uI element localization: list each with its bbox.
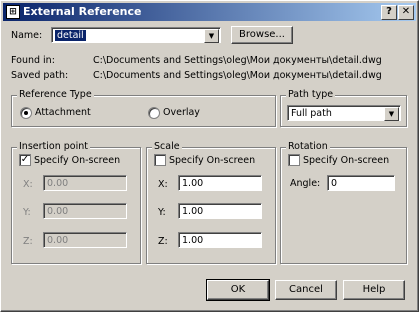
insertion-z-input[interactable]: 0.00 — [43, 232, 127, 248]
scale-z-input[interactable]: 1.00 — [178, 232, 262, 248]
rotation-specify-checkbox[interactable] — [288, 154, 300, 166]
name-label: Name: — [11, 30, 43, 41]
scale-title: Scale — [152, 141, 182, 152]
close-icon[interactable]: ✕ — [398, 5, 414, 20]
name-combo[interactable]: detail ▼ — [51, 27, 221, 43]
insertion-x-label: X: — [23, 179, 33, 190]
insertion-specify-checkbox[interactable]: ✓ — [19, 154, 31, 166]
rotation-title: Rotation — [286, 141, 330, 152]
path-type-value: Full path — [291, 108, 332, 119]
saved-path-value: C:\Documents and Settings\oleg\Мои докум… — [93, 70, 382, 81]
scale-specify-checkbox[interactable] — [154, 154, 166, 166]
angle-label: Angle: — [290, 178, 321, 189]
saved-path-label: Saved path: — [11, 70, 69, 81]
browse-button[interactable]: Browse... — [231, 26, 293, 44]
attachment-label: Attachment — [35, 107, 91, 118]
cancel-button[interactable]: Cancel — [275, 280, 337, 300]
scale-x-label: X: — [158, 179, 168, 190]
app-icon: ⊞ — [6, 5, 20, 19]
overlay-label: Overlay — [163, 107, 200, 118]
overlay-radio[interactable] — [148, 107, 160, 119]
attachment-radio[interactable] — [20, 107, 32, 119]
scale-z-label: Z: — [158, 236, 168, 247]
name-value: detail — [55, 30, 86, 41]
found-in-label: Found in: — [11, 55, 55, 66]
help-title-button[interactable]: ? — [381, 5, 397, 20]
insertion-point-title: Insertion point — [17, 141, 90, 152]
chevron-down-icon[interactable]: ▼ — [204, 29, 219, 43]
insertion-y-input[interactable]: 0.00 — [43, 203, 127, 219]
help-button[interactable]: Help — [343, 280, 405, 300]
scale-y-label: Y: — [158, 207, 166, 218]
path-type-combo[interactable]: Full path ▼ — [287, 105, 401, 121]
scale-specify-label: Specify On-screen — [169, 155, 256, 166]
angle-input[interactable]: 0 — [327, 175, 395, 191]
chevron-down-icon[interactable]: ▼ — [384, 107, 399, 121]
scale-x-input[interactable]: 1.00 — [178, 175, 262, 191]
path-type-title: Path type — [286, 89, 336, 100]
external-reference-dialog: ⊞ External Reference ? ✕ Name: detail ▼ … — [0, 0, 419, 312]
ok-button[interactable]: OK — [206, 279, 270, 301]
insertion-y-label: Y: — [23, 207, 31, 218]
title-bar[interactable]: ⊞ External Reference ? ✕ — [3, 3, 416, 21]
insertion-z-label: Z: — [23, 236, 33, 247]
found-in-value: C:\Documents and Settings\oleg\Мои докум… — [93, 55, 382, 66]
insertion-specify-label: Specify On-screen — [34, 155, 121, 166]
reference-type-title: Reference Type — [17, 89, 94, 100]
dialog-title: External Reference — [23, 5, 142, 18]
insertion-x-input[interactable]: 0.00 — [43, 175, 127, 191]
rotation-specify-label: Specify On-screen — [303, 155, 390, 166]
scale-y-input[interactable]: 1.00 — [178, 203, 262, 219]
